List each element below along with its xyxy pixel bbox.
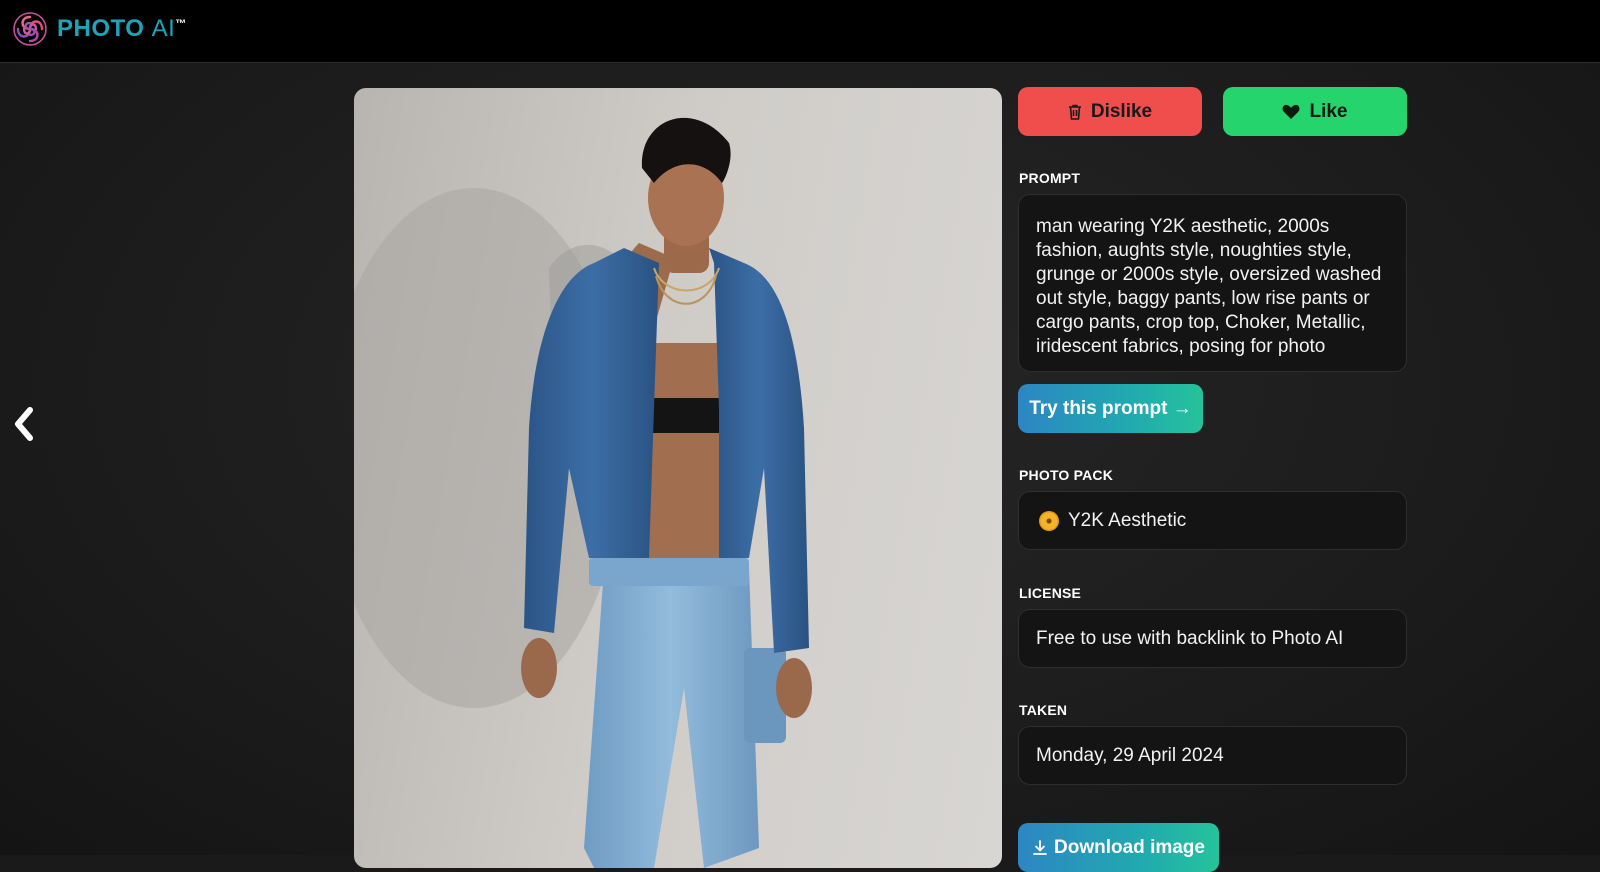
like-label: Like: [1309, 100, 1348, 122]
heart-icon: [1282, 104, 1300, 120]
license-heading: LICENSE: [1019, 585, 1082, 601]
top-bar: PHOTO AI™: [0, 0, 1600, 63]
prompt-heading: PROMPT: [1019, 170, 1081, 186]
photo-illustration: [354, 117, 812, 868]
chevron-left-icon[interactable]: [10, 404, 38, 444]
brand-tm: ™: [175, 18, 187, 30]
trash-icon: [1068, 104, 1082, 120]
license-value: Free to use with backlink to Photo AI: [1018, 609, 1407, 668]
prompt-text: man wearing Y2K aesthetic, 2000s fashion…: [1018, 194, 1407, 372]
logo-swirl-icon: [13, 12, 47, 46]
photo-pack-value: Y2K Aesthetic: [1068, 509, 1187, 531]
taken-heading: TAKEN: [1019, 702, 1068, 718]
download-label: Download image: [1054, 836, 1205, 858]
download-image-button[interactable]: Download image: [1018, 823, 1219, 872]
taken-value: Monday, 29 April 2024: [1018, 726, 1407, 785]
brand-suffix: AI: [151, 15, 176, 42]
photo-pack-heading: PHOTO PACK: [1019, 467, 1114, 483]
try-prompt-button[interactable]: Try this prompt →: [1018, 384, 1203, 433]
logo-text: PHOTO AI™: [57, 15, 187, 43]
brand-name: PHOTO: [57, 15, 145, 42]
generated-photo: [354, 88, 1002, 868]
photo-pack-link[interactable]: Y2K Aesthetic: [1018, 491, 1407, 550]
dislike-button[interactable]: Dislike: [1018, 87, 1202, 136]
dislike-label: Dislike: [1090, 100, 1153, 122]
logo[interactable]: PHOTO AI™: [12, 11, 187, 47]
download-icon: [1032, 839, 1048, 856]
cd-icon: [1039, 510, 1059, 531]
like-button[interactable]: Like: [1223, 87, 1407, 136]
